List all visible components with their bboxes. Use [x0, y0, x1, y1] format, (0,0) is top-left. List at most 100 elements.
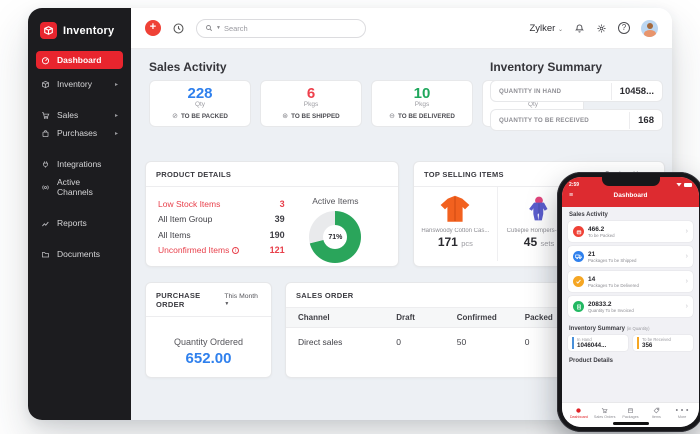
card-value: 6: [306, 85, 316, 102]
item-unit: pcs: [461, 239, 473, 248]
package-icon: [573, 226, 584, 237]
sidebar: Inventory Dashboard Inventory ▸ Sales ▸ …: [28, 8, 131, 420]
phone-home-indicator[interactable]: [612, 422, 649, 425]
search-box[interactable]: ▼: [196, 18, 366, 38]
user-avatar[interactable]: [641, 19, 658, 37]
notifications-bell-icon[interactable]: [574, 23, 585, 34]
item-unit: sets: [540, 239, 555, 248]
card-label: TO BE DELIVERED: [397, 112, 455, 120]
phone-tab-dashboard[interactable]: Dashboard: [566, 406, 592, 427]
all-item-group-row[interactable]: All Item Group 39: [158, 212, 285, 228]
period-dropdown[interactable]: This Month ▼: [224, 293, 261, 307]
package-icon: [618, 406, 644, 414]
sidebar-item-dashboard[interactable]: Dashboard: [36, 51, 123, 69]
panel-title: PURCHASE ORDER: [156, 291, 201, 309]
chart-line-icon: [41, 219, 50, 228]
inventory-logo-icon: [40, 22, 57, 39]
truck-icon: [573, 251, 584, 262]
donut-percent: 71%: [328, 233, 343, 241]
sidebar-item-inventory[interactable]: Inventory ▸: [36, 75, 123, 93]
sidebar-item-reports[interactable]: Reports: [36, 214, 123, 232]
bag-icon: [41, 129, 50, 138]
chevron-right-icon: ›: [685, 278, 688, 285]
quantity-to-be-received-row[interactable]: QUANTITY TO BE RECEIVED 168: [490, 109, 663, 131]
sidebar-item-label: Reports: [57, 218, 87, 228]
settings-gear-icon[interactable]: [596, 23, 607, 34]
wifi-icon: [676, 182, 682, 187]
quantity-in-hand-row[interactable]: QUANTITY IN HAND 10458...: [490, 80, 663, 102]
sales-activity-title: Sales Activity: [149, 60, 227, 74]
invoice-icon: [573, 301, 584, 312]
help-icon[interactable]: ?: [618, 22, 630, 34]
phone-to-be-received-box[interactable]: To be Received 356: [633, 335, 693, 351]
search-input[interactable]: [223, 23, 357, 33]
chevron-down-icon: ⌄: [557, 26, 563, 33]
panel-title: SALES ORDER: [296, 291, 354, 300]
col-confirmed: Confirmed: [444, 308, 513, 328]
top-selling-item[interactable]: Hanswoody Cotton Cas... 171 pcs: [414, 187, 498, 261]
delivered-status-icon: ⊖: [389, 113, 395, 120]
sidebar-item-label: Integrations: [57, 159, 102, 169]
info-icon[interactable]: i: [232, 246, 240, 254]
phone-to-be-invoiced-card[interactable]: 20833.2 Quantity To be Invoiced ›: [568, 296, 693, 317]
sidebar-item-integrations[interactable]: Integrations: [36, 155, 123, 173]
row-label: QUANTITY TO BE RECEIVED: [499, 116, 589, 124]
all-items-row[interactable]: All Items 190: [158, 227, 285, 243]
row-label: QUANTITY IN HAND: [499, 87, 562, 95]
phone-to-be-packed-card[interactable]: 466.2 To be Packed ›: [568, 221, 693, 242]
chevron-right-icon: ›: [685, 253, 688, 260]
phone-to-be-delivered-card[interactable]: 14 Packages To be Delivered ›: [568, 271, 693, 292]
chevron-down-icon: ▼: [224, 301, 230, 307]
row-value: 168: [629, 111, 662, 129]
sidebar-item-label: Dashboard: [57, 55, 102, 65]
unconfirmed-items-row[interactable]: Unconfirmed Items i 121: [158, 243, 285, 259]
mobile-phone-mockup: 2:59 ≡ Dashboard Sales Activity 466.2 To …: [557, 172, 700, 432]
phone-tab-more[interactable]: ⋯ More: [669, 402, 695, 427]
phone-inventory-summary-title: Inventory Summary (in Quantity): [569, 326, 650, 332]
phone-to-be-shipped-card[interactable]: 21 Packages To be Shipped ›: [568, 246, 693, 267]
col-channel: Channel: [286, 308, 385, 328]
item-qty: 171: [437, 235, 458, 249]
active-items-chart: Active Items 71%: [285, 196, 386, 263]
chevron-right-icon: ›: [685, 228, 688, 235]
product-details-panel: PRODUCT DETAILS Low Stock Items 3 All It…: [145, 161, 399, 267]
sidebar-item-sales[interactable]: Sales ▸: [36, 106, 123, 124]
sidebar-item-label: Documents: [57, 249, 100, 259]
card-value: 10: [413, 85, 431, 102]
org-switcher[interactable]: Zylker ⌄: [529, 23, 563, 34]
submenu-arrow-icon: ▸: [114, 81, 118, 88]
inventory-summary: QUANTITY IN HAND 10458... QUANTITY TO BE…: [490, 80, 663, 138]
ellipsis-icon: ⋯: [674, 402, 691, 419]
app-title: Inventory: [63, 24, 115, 37]
app-logo[interactable]: Inventory: [28, 8, 131, 51]
sidebar-item-label: Active Channels: [57, 177, 93, 197]
chart-label: Active Items: [312, 196, 359, 206]
to-be-shipped-card[interactable]: 6 Pkgs ⊛ TO BE SHIPPED: [260, 80, 362, 127]
low-stock-items-row[interactable]: Low Stock Items 3: [158, 196, 285, 212]
phone-in-hand-box[interactable]: In Hand 1046044...: [568, 335, 628, 351]
quantity-ordered-value: 652.00: [185, 350, 232, 367]
search-icon: [205, 24, 213, 32]
phone-nav-title: Dashboard: [613, 192, 648, 199]
recent-history-icon[interactable]: [172, 22, 185, 35]
product-image-cardigan: [414, 192, 497, 226]
sidebar-item-active-channels[interactable]: Active Channels: [36, 173, 123, 201]
panel-title: PRODUCT DETAILS: [156, 170, 232, 179]
sidebar-item-purchases[interactable]: Purchases ▸: [36, 124, 123, 142]
tag-icon: [643, 406, 669, 414]
purchase-order-panel: PURCHASE ORDER This Month ▼ Quantity Ord…: [145, 282, 272, 378]
to-be-packed-card[interactable]: 228 Qty ⊘ TO BE PACKED: [149, 80, 251, 127]
card-label: TO BE SHIPPED: [291, 112, 340, 120]
item-name: Hanswoody Cotton Cas...: [421, 228, 490, 234]
to-be-delivered-card[interactable]: 10 Pkgs ⊖ TO BE DELIVERED: [371, 80, 473, 127]
cart-icon: [41, 111, 50, 120]
phone-sales-activity-title: Sales Activity: [569, 212, 608, 218]
panel-title: TOP SELLING ITEMS: [424, 170, 504, 179]
card-label: TO BE PACKED: [180, 112, 228, 120]
chevron-right-icon: ›: [685, 303, 688, 310]
sidebar-item-label: Inventory: [57, 79, 92, 89]
check-icon: [573, 276, 584, 287]
shipped-status-icon: ⊛: [282, 113, 289, 120]
quick-create-button[interactable]: +: [145, 20, 161, 36]
sidebar-item-documents[interactable]: Documents: [36, 245, 123, 263]
